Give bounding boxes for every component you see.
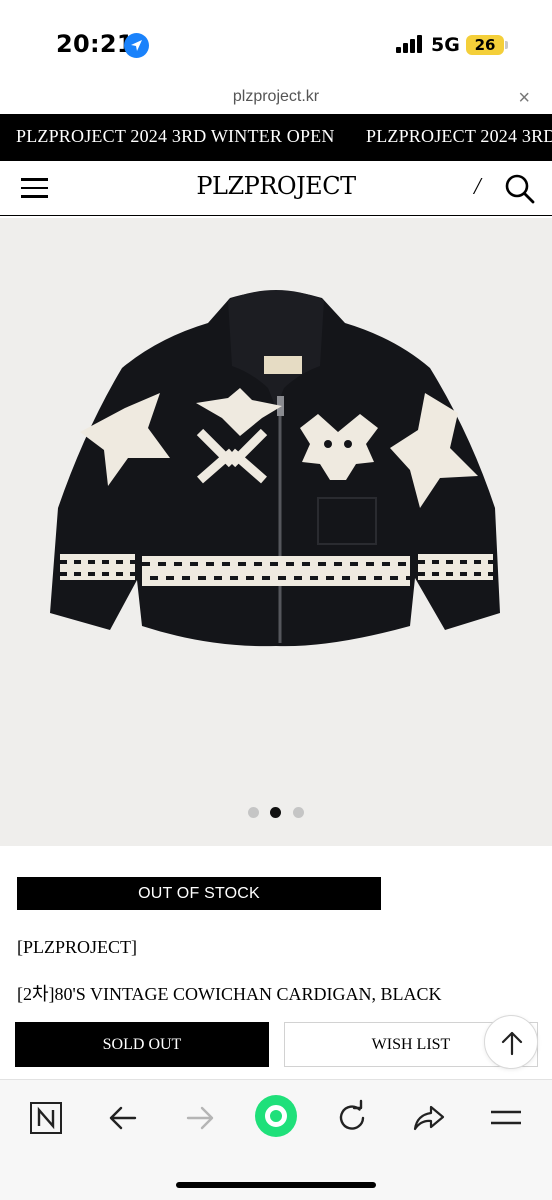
home-indicator — [176, 1182, 376, 1188]
url-text[interactable]: plzproject.kr — [0, 88, 552, 106]
location-arrow-icon — [124, 33, 149, 58]
battery-tip — [505, 41, 508, 49]
reload-icon[interactable] — [330, 1096, 374, 1140]
forward-arrow-icon[interactable] — [178, 1096, 222, 1140]
cellular-signal-icon — [396, 35, 424, 53]
network-type: 5G — [431, 34, 460, 56]
status-bar: 20:21 5G 26 — [0, 0, 552, 86]
header-slash: / — [474, 174, 481, 200]
product-name: [2차]80'S VINTAGE COWICHAN CARDIGAN, BLAC… — [17, 984, 442, 1004]
status-time: 20:21 — [56, 30, 134, 58]
product-brand: [PLZPROJECT] — [17, 937, 138, 957]
battery-icon: 26 — [466, 35, 504, 55]
menu-icon[interactable] — [484, 1096, 528, 1140]
back-arrow-icon[interactable] — [101, 1096, 145, 1140]
share-icon[interactable] — [407, 1096, 451, 1140]
image-pagination[interactable] — [248, 807, 308, 819]
arrow-up-icon — [501, 1031, 523, 1056]
url-bar[interactable]: plzproject.kr × — [0, 86, 552, 114]
sold-out-button[interactable]: SOLD OUT — [15, 1022, 269, 1067]
cardigan-image — [50, 290, 500, 647]
announcement-text: PLZPROJECT 2024 3RD WINTER OPEN — [16, 126, 335, 146]
battery-level: 26 — [474, 36, 496, 54]
announcement-text-repeat: PLZPROJECT 2024 3RD — [366, 126, 552, 146]
naver-icon[interactable] — [24, 1096, 68, 1140]
site-header: PLZPROJECT / — [0, 161, 552, 216]
site-logo[interactable]: PLZPROJECT — [0, 172, 552, 200]
pagination-dot-active[interactable] — [270, 807, 281, 818]
out-of-stock-badge: OUT OF STOCK — [17, 877, 381, 910]
announcement-banner[interactable]: PLZPROJECT 2024 3RD WINTER OPEN PLZPROJE… — [0, 114, 552, 161]
search-icon[interactable] — [504, 173, 536, 205]
green-home-icon[interactable] — [254, 1094, 298, 1138]
product-image[interactable] — [0, 218, 552, 846]
close-icon[interactable]: × — [518, 87, 530, 110]
pagination-dot[interactable] — [248, 807, 259, 818]
scroll-to-top-button[interactable] — [484, 1015, 538, 1069]
pagination-dot[interactable] — [293, 807, 304, 818]
